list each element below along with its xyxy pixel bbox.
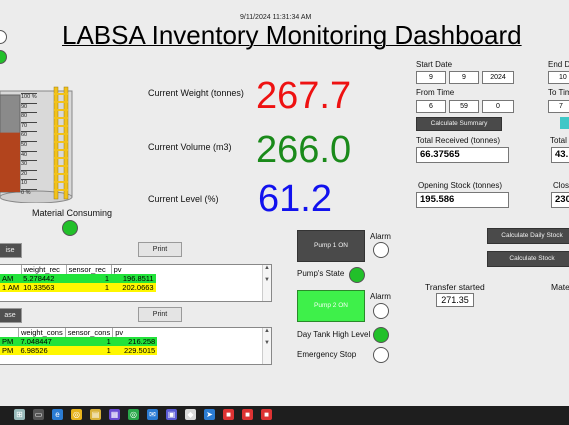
pump2-button[interactable]: Pump 2 ON	[297, 290, 365, 322]
calculate-partial-button[interactable]	[560, 117, 569, 129]
current-weight-label: Current Weight (tonnes)	[148, 88, 244, 98]
tank-scale-label: 40	[21, 150, 37, 158]
received-partial-button[interactable]: ise	[0, 243, 22, 258]
day-tank-high-level-label: Day Tank High Level	[297, 330, 371, 339]
opening-stock-label: Opening Stock (tonnes)	[418, 181, 503, 190]
store-icon[interactable]: ▦	[109, 409, 120, 420]
material-consuming-label: Material Consuming	[32, 208, 113, 218]
table-header: weight_rec sensor_rec pv	[0, 265, 156, 274]
tank-scale-label: 0 %	[21, 189, 37, 196]
material-partial-label: Mate	[551, 282, 569, 292]
teams-icon[interactable]: ▣	[166, 409, 177, 420]
chrome-icon[interactable]: ◎	[71, 409, 82, 420]
material-consuming-lamp	[62, 220, 78, 236]
app3-icon[interactable]: ■	[261, 409, 272, 420]
from-minute-field[interactable]: 59	[449, 100, 479, 113]
received-table-scrollbar[interactable]: ▲ ▼	[262, 265, 271, 301]
closing-stock-value: 230	[551, 192, 569, 208]
print-consumed-button[interactable]: Print	[138, 307, 182, 322]
task-view-icon[interactable]: ▭	[33, 409, 44, 420]
transfer-started-value: 271.35	[436, 293, 474, 307]
end-day-field[interactable]: 10	[548, 71, 569, 84]
pump1-alarm-lamp	[373, 242, 389, 258]
opening-stock-value: 195.586	[416, 192, 509, 208]
tank-scale-label: 80	[21, 112, 37, 119]
app1-icon[interactable]: ■	[223, 409, 234, 420]
tank-scale-label: 30	[21, 160, 37, 167]
table-row[interactable]: 1 AM 10.33563 1 202.0663	[0, 283, 156, 292]
labview-icon[interactable]: ◆	[185, 409, 196, 420]
from-time-label: From Time	[416, 88, 455, 97]
start-year-field[interactable]: 2024	[482, 71, 514, 84]
tank-fill	[0, 132, 20, 192]
day-tank-high-level-lamp	[373, 327, 389, 343]
consumed-partial-button[interactable]: ase	[0, 308, 22, 323]
table-header: weight_cons sensor_cons pv	[0, 328, 158, 337]
tank-scale-label: 60	[21, 131, 37, 138]
consumed-table[interactable]: weight_cons sensor_cons pv PM 7.048447 12…	[0, 327, 272, 365]
start-date-label: Start Date	[416, 60, 453, 69]
received-table[interactable]: weight_rec sensor_rec pv AM 5.278442 1 196…	[0, 264, 272, 302]
end-date-label: End D	[548, 60, 569, 69]
current-volume-value: 266.0	[256, 129, 352, 171]
table-row[interactable]: PM 6.98526 1 229.5015	[0, 346, 158, 355]
current-level-value: 61.2	[258, 178, 332, 220]
mail-icon[interactable]: ✉	[147, 409, 158, 420]
emergency-stop-label: Emergency Stop	[297, 350, 357, 359]
pumps-state-lamp	[349, 267, 365, 283]
transfer-started-label: Transfer started	[425, 282, 485, 292]
closing-stock-label: Clos	[553, 181, 569, 190]
tank-scale: 100 % 90 80 70 60 50 40 30 20 10 0 %	[21, 93, 39, 196]
table-row[interactable]: AM 5.278442 1 196.8511	[0, 274, 156, 283]
edge-icon[interactable]: e	[52, 409, 63, 420]
tank-scale-label: 100 %	[21, 93, 37, 100]
app2-icon[interactable]: ■	[242, 409, 253, 420]
calculate-daily-stock-button[interactable]: Calculate Daily Stock	[487, 228, 569, 244]
start-icon[interactable]: ⊞	[14, 409, 25, 420]
current-volume-label: Current Volume (m3)	[148, 142, 232, 152]
tank-scale-label: 90	[21, 102, 37, 110]
page-title: LABSA Inventory Monitoring Dashboard	[62, 20, 522, 50]
pump1-button[interactable]: Pump 1 ON	[297, 230, 365, 262]
to-time-label: To Tim	[548, 88, 569, 97]
pumps-state-label: Pump's State	[297, 269, 345, 278]
calculate-stock-button[interactable]: Calculate Stock	[487, 251, 569, 267]
start-month-field[interactable]: 9	[449, 71, 479, 84]
calculate-summary-button[interactable]: Calculate Summary	[416, 117, 502, 131]
tank-scale-label: 20	[21, 169, 37, 177]
tank-graphic: 100 % 90 80 70 60 50 40 30 20 10 0 %	[0, 85, 75, 204]
total-received-label: Total Received (tonnes)	[416, 136, 501, 145]
table-row[interactable]: PM 7.048447 1 216.258	[0, 337, 158, 346]
chrome-alt-icon[interactable]: ◎	[128, 409, 139, 420]
from-hour-field[interactable]: 6	[416, 100, 446, 113]
tank-scale-label: 10	[21, 179, 37, 186]
arrow-icon[interactable]: ➤	[204, 409, 215, 420]
status-lamp-bottom	[0, 50, 7, 64]
pump2-alarm-lamp	[373, 303, 389, 319]
pump1-alarm-label: Alarm	[370, 232, 391, 241]
consumed-table-scrollbar[interactable]: ▲ ▼	[262, 328, 271, 364]
total-received-value: 66.37565	[416, 147, 509, 163]
start-day-field[interactable]: 9	[416, 71, 446, 84]
explorer-icon[interactable]: ▤	[90, 409, 101, 420]
print-received-button[interactable]: Print	[138, 242, 182, 257]
tank-scale-label: 70	[21, 121, 37, 129]
total-consumed-label: Total	[550, 136, 567, 145]
pump2-alarm-label: Alarm	[370, 292, 391, 301]
tank-scale-label: 50	[21, 141, 37, 148]
current-weight-value: 267.7	[256, 75, 352, 117]
current-level-label: Current Level (%)	[148, 194, 219, 204]
status-lamp-top	[0, 30, 7, 44]
from-second-field[interactable]: 0	[482, 100, 514, 113]
taskbar: ⊞ ▭ e ◎ ▤ ▦ ◎ ✉ ▣ ◆ ➤ ■ ■ ■	[0, 406, 569, 425]
emergency-stop-lamp	[373, 347, 389, 363]
to-hour-field[interactable]: 7	[548, 100, 569, 113]
total-consumed-value: 43.	[551, 147, 569, 163]
